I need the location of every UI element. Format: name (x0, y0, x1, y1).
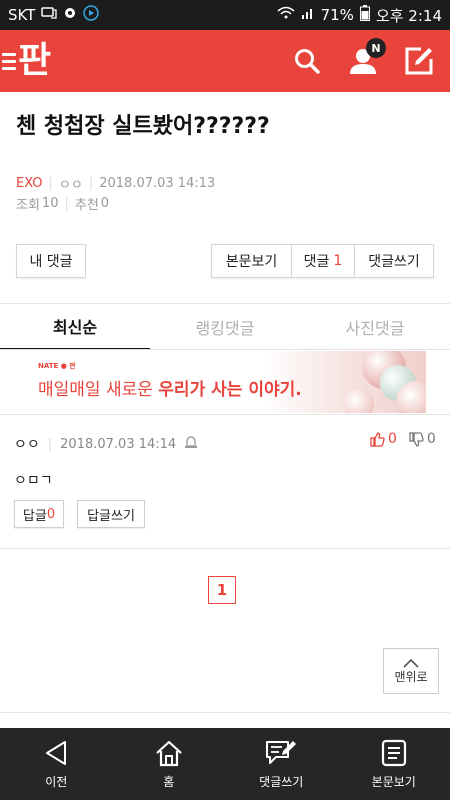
write-button[interactable] (402, 44, 436, 78)
reply-write-button[interactable]: 답글쓰기 (77, 500, 145, 528)
reply-count: 0 (46, 506, 56, 522)
my-comment-button[interactable]: 내 댓글 (16, 244, 86, 278)
post-stats: 조회 10 | 추천 0 (16, 194, 109, 213)
nav-view-body-label: 본문보기 (371, 774, 416, 789)
nav-write-comment[interactable]: 댓글쓰기 (225, 728, 338, 800)
status-bar: SKT 71% 오후 2:14 (0, 0, 450, 30)
like-count: 0 (388, 431, 397, 447)
notification-badge: N (366, 38, 386, 58)
banner-text-normal: 매일매일 새로운 (38, 380, 159, 400)
tab-ranking[interactable]: 랭킹댓글 (150, 304, 300, 350)
battery-icon (359, 5, 370, 25)
tab-latest[interactable]: 최신순 (0, 304, 150, 350)
comment-body: ㅇㅁㄱ (14, 473, 53, 489)
carrier-label: SKT (8, 6, 36, 24)
nav-home-label: 홈 (163, 774, 175, 789)
nav-write-comment-label: 댓글쓰기 (259, 774, 304, 789)
comments-button[interactable]: 댓글 1 (291, 244, 354, 278)
thumbs-up-icon (370, 431, 385, 447)
separator: | (88, 176, 94, 191)
banner-brand: NATE ● 판 (38, 362, 76, 370)
banner-text: 매일매일 새로운 우리가 사는 이야기. (38, 375, 302, 400)
profile-button[interactable]: N (346, 38, 386, 78)
views-label: 조회 (16, 198, 40, 213)
like-button[interactable]: 0 (370, 431, 397, 447)
post-datetime: 2018.07.03 14:13 (99, 176, 216, 191)
report-icon[interactable] (184, 435, 198, 453)
divider (0, 349, 450, 350)
logo[interactable]: 판 (0, 30, 51, 92)
write-comment-button[interactable]: 댓글쓰기 (354, 244, 434, 278)
menu-icon[interactable] (0, 52, 16, 70)
comment-meta: ㅇㅇ | 2018.07.03 14:14 (14, 434, 198, 454)
page-number[interactable]: 1 (208, 576, 236, 604)
battery-level: 71% (320, 6, 354, 24)
comment-tabs: 최신순 랭킹댓글 사진댓글 (0, 304, 450, 350)
reply-label: 답글 (22, 508, 47, 524)
bottom-nav: 이전 홈 댓글쓰기 본문보기 (0, 728, 450, 800)
document-icon (381, 739, 406, 766)
banner-text-bold: 우리가 사는 이야기. (158, 380, 302, 400)
divider (0, 548, 450, 549)
comment-write-icon (266, 740, 297, 764)
edit-icon (405, 47, 433, 75)
to-top-label: 맨위로 (394, 669, 428, 684)
nav-home[interactable]: 홈 (113, 728, 226, 800)
nav-back[interactable]: 이전 (0, 728, 113, 800)
comment-author: ㅇㅇ (14, 437, 40, 453)
clock: 오후 2:14 (375, 6, 442, 25)
back-icon (46, 740, 67, 765)
comment-datetime: 2018.07.03 14:14 (60, 436, 177, 452)
separator: | (64, 196, 69, 211)
talk-icon (41, 6, 58, 24)
signal-icon (301, 6, 315, 24)
divider (0, 414, 450, 415)
post-title: 첸 청첩장 실트봤어?????? (16, 114, 270, 139)
tab-photo[interactable]: 사진댓글 (300, 304, 450, 350)
dislike-button[interactable]: 0 (409, 431, 436, 447)
recommend-count: 0 (100, 196, 110, 211)
ad-banner[interactable]: NATE ● 판 매일매일 새로운 우리가 사는 이야기. (24, 351, 426, 413)
logo-text: 판 (18, 40, 51, 81)
post-meta: EXO | ㅇㅇ | 2018.07.03 14:13 (16, 174, 215, 193)
comments-count: 1 (333, 253, 343, 269)
views-count: 10 (41, 196, 59, 211)
reply-button[interactable]: 답글 0 (14, 500, 64, 528)
wifi-icon (277, 6, 295, 24)
thumbs-down-icon (409, 431, 424, 447)
divider (0, 712, 450, 713)
view-body-button[interactable]: 본문보기 (211, 244, 291, 278)
scroll-to-top-button[interactable]: 맨위로 (383, 648, 439, 694)
post-action-group: 본문보기 댓글 1 댓글쓰기 (211, 244, 434, 278)
dislike-count: 0 (426, 431, 436, 447)
nav-back-label: 이전 (45, 774, 68, 789)
post-author: ㅇㅇ (58, 178, 83, 193)
post-category[interactable]: EXO (16, 176, 43, 191)
settings-icon (63, 6, 77, 24)
recommend-label: 추천 (74, 198, 99, 213)
search-button[interactable] (290, 44, 324, 78)
pearl-decoration (344, 389, 374, 413)
app-bar: 판 N (0, 30, 450, 92)
search-icon (295, 49, 320, 74)
separator: | (48, 176, 53, 191)
comment-votes: 0 0 (370, 431, 436, 447)
comments-label: 댓글 (303, 254, 330, 270)
home-icon (156, 740, 182, 766)
play-icon (83, 5, 100, 25)
chevron-up-icon (403, 658, 419, 668)
nav-view-body[interactable]: 본문보기 (338, 728, 450, 800)
separator: | (47, 436, 53, 452)
